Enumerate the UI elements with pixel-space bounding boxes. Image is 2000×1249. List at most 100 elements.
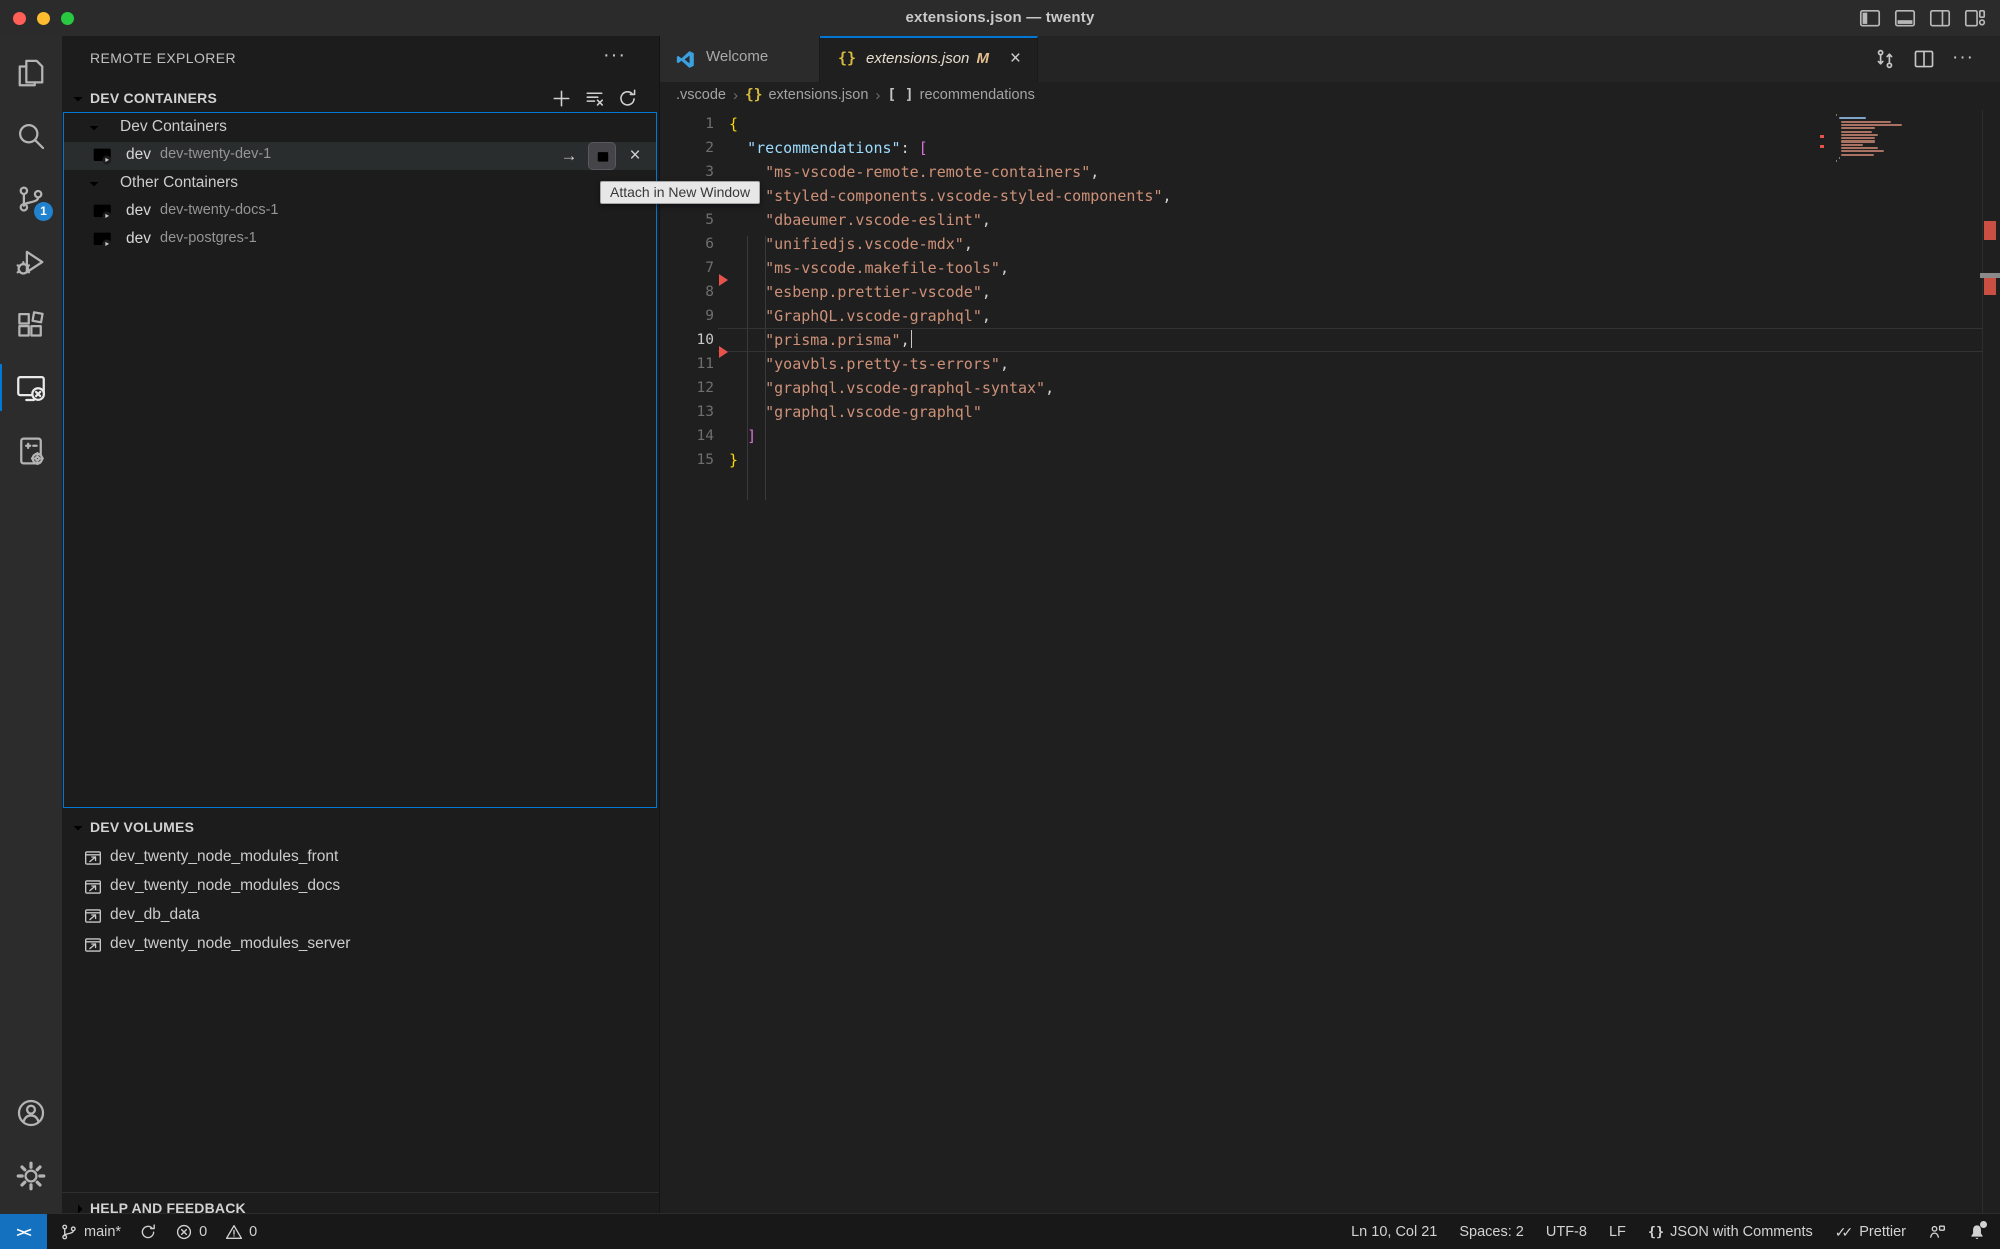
more-actions-icon[interactable]: ···	[1952, 48, 1974, 70]
tab-extensions-json[interactable]: {}extensions.jsonM×	[820, 36, 1038, 82]
line-number: 12	[660, 376, 714, 400]
status-item-main-[interactable]: main*	[60, 1223, 121, 1241]
status-item-lf[interactable]: LF	[1609, 1224, 1626, 1240]
container-item[interactable]: devdev-twenty-docs-1	[64, 198, 656, 226]
status-label: main*	[84, 1224, 121, 1240]
status-item-feedback[interactable]	[1928, 1223, 1946, 1241]
status-item-bell[interactable]	[1968, 1223, 1986, 1241]
volume-label: dev_twenty_node_modules_server	[110, 935, 350, 953]
clear-list-button[interactable]	[584, 88, 605, 109]
breadcrumb-label: extensions.json	[768, 87, 868, 103]
code-editor[interactable]: 1{2 "recommendations": [3 "ms-vscode-rem…	[660, 112, 2000, 472]
tab-label: Welcome	[706, 48, 768, 65]
new-container-button[interactable]	[551, 88, 572, 109]
minimap-line	[1839, 117, 1866, 119]
status-item-sync[interactable]	[139, 1223, 157, 1241]
volume-item[interactable]: dev_twenty_node_modules_front	[62, 844, 660, 873]
code-text: "styled-components.vscode-styled-compone…	[729, 184, 1172, 208]
container-item[interactable]: devdev-twenty-dev-1→×	[64, 142, 656, 170]
chevron-down-icon	[70, 820, 86, 836]
minimap-line	[1841, 144, 1863, 146]
minimap-line	[1841, 124, 1902, 126]
line-number: 10	[660, 328, 714, 352]
toggle-primary-sidebar-icon[interactable]	[1859, 7, 1881, 29]
code-text: "prisma.prisma",	[729, 328, 912, 352]
container-label: dev	[126, 202, 151, 220]
code-text: "recommendations": [	[729, 136, 928, 160]
container-tools-icon	[16, 436, 46, 466]
run-debug-icon	[16, 247, 46, 277]
minimap-line	[1841, 147, 1877, 149]
status-label: 0	[199, 1224, 207, 1240]
close-icon[interactable]: ×	[1010, 48, 1021, 70]
section-dev-volumes[interactable]: DEV VOLUMES	[62, 815, 660, 841]
activity-item-settings[interactable]	[0, 1144, 62, 1207]
code-text: ]	[729, 424, 756, 448]
attach-in-new-window-tooltip: Attach in New Window	[600, 181, 760, 204]
minimap-line	[1841, 154, 1873, 156]
divider	[62, 1192, 660, 1193]
sidebar-remote-explorer: REMOTE EXPLORER ··· DEV CONTAINERS Dev C…	[62, 36, 660, 1213]
line-number: 5	[660, 208, 714, 232]
volume-item[interactable]: dev_twenty_node_modules_docs	[62, 873, 660, 902]
activity-item-source-control[interactable]: 1	[0, 167, 62, 230]
array-symbol-icon: [ ]	[887, 87, 913, 103]
activity-item-account[interactable]	[0, 1081, 62, 1144]
volume-label: dev_twenty_node_modules_front	[110, 848, 338, 866]
toggle-secondary-sidebar-icon[interactable]	[1929, 7, 1951, 29]
status-item-json-with-comments[interactable]: {}JSON with Comments	[1648, 1224, 1813, 1240]
code-line: 11 "yoavbls.pretty-ts-errors",	[660, 352, 2000, 376]
editor-actions: ···	[1874, 48, 1974, 70]
activity-item-extensions[interactable]	[0, 293, 62, 356]
remote-indicator[interactable]: ><	[0, 1214, 47, 1249]
code-text: "dbaeumer.vscode-eslint",	[729, 208, 991, 232]
status-item-0[interactable]: 0	[175, 1223, 207, 1241]
status-label: Spaces: 2	[1459, 1224, 1524, 1240]
line-number: 8	[660, 280, 714, 304]
tree-group-other-containers[interactable]: Other Containers	[64, 170, 656, 198]
account-icon	[16, 1098, 46, 1128]
minimap[interactable]	[1828, 114, 1904, 180]
volume-icon	[84, 936, 102, 954]
status-item-utf-8[interactable]: UTF-8	[1546, 1224, 1587, 1240]
json-symbol-icon: {}	[745, 87, 762, 103]
status-item-spaces-2[interactable]: Spaces: 2	[1459, 1224, 1524, 1240]
code-line: 6 "unifiedjs.vscode-mdx",	[660, 232, 2000, 256]
stop-container-button[interactable]: ×	[622, 143, 648, 169]
status-label: LF	[1609, 1224, 1626, 1240]
activity-item-container-tools[interactable]	[0, 419, 62, 482]
attach-in-new-window-button[interactable]	[589, 143, 615, 169]
status-item-ln-10-col-21[interactable]: Ln 10, Col 21	[1351, 1224, 1437, 1240]
activity-item-run-debug[interactable]	[0, 230, 62, 293]
customize-layout-icon[interactable]	[1964, 7, 1986, 29]
line-number: 15	[660, 448, 714, 472]
status-item-prettier[interactable]: ✓✓Prettier	[1835, 1224, 1906, 1241]
chevron-down-icon	[70, 91, 86, 107]
attach-container-button[interactable]: →	[556, 143, 582, 169]
sidebar-more-actions-button[interactable]: ···	[603, 44, 626, 67]
tree-group-label: Other Containers	[120, 174, 238, 192]
section-dev-containers[interactable]: DEV CONTAINERS	[62, 86, 660, 112]
breadcrumb-item[interactable]: .vscode	[676, 87, 726, 103]
volume-item[interactable]: dev_twenty_node_modules_server	[62, 931, 660, 960]
activity-item-remote-explorer[interactable]	[0, 356, 62, 419]
activity-item-search[interactable]	[0, 104, 62, 167]
line-number: 1	[660, 112, 714, 136]
open-changes-icon[interactable]	[1874, 48, 1896, 70]
volume-item[interactable]: dev_db_data	[62, 902, 660, 931]
container-icon	[92, 230, 113, 251]
tree-group-dev-containers[interactable]: Dev Containers	[64, 114, 656, 142]
tab-welcome[interactable]: Welcome	[660, 36, 820, 82]
status-item-0[interactable]: 0	[225, 1223, 257, 1241]
breadcrumb-item[interactable]: [ ]recommendations	[887, 87, 1034, 103]
container-item[interactable]: devdev-postgres-1	[64, 226, 656, 254]
split-editor-icon[interactable]	[1913, 48, 1935, 70]
refresh-button[interactable]	[617, 88, 638, 109]
sidebar-title: REMOTE EXPLORER	[90, 50, 236, 66]
activity-item-explorer[interactable]	[0, 41, 62, 104]
minimap-line	[1841, 150, 1884, 152]
breadcrumb-item[interactable]: {} extensions.json	[745, 87, 868, 103]
badge: 1	[34, 202, 53, 221]
status-label: JSON with Comments	[1670, 1224, 1813, 1240]
toggle-panel-icon[interactable]	[1894, 7, 1916, 29]
